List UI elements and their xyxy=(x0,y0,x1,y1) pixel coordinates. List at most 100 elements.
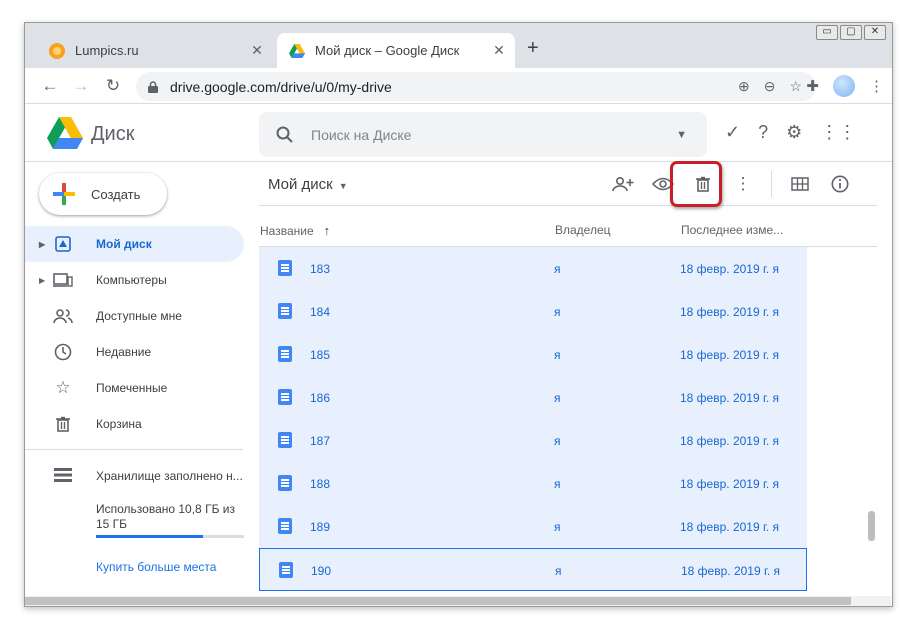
horizontal-scrollbar-thumb[interactable] xyxy=(25,597,851,605)
share-icon[interactable] xyxy=(603,171,643,197)
horizontal-scrollbar[interactable] xyxy=(25,596,891,606)
table-row[interactable]: 188 я 18 февр. 2019 г. я xyxy=(259,462,807,505)
file-name: 189 xyxy=(310,520,331,534)
drive-favicon-icon xyxy=(289,43,305,58)
help-icon[interactable]: ? xyxy=(758,122,768,143)
file-name: 184 xyxy=(310,305,331,319)
reload-icon[interactable]: ↻ xyxy=(102,75,124,97)
info-icon[interactable] xyxy=(820,171,860,197)
search-options-icon[interactable]: ▼ xyxy=(676,129,687,141)
address-bar[interactable]: drive.google.com/drive/u/0/my-drive ⊕ ⊖ … xyxy=(136,72,816,101)
storage-used: Использовано 10,8 ГБ из 15 ГБ xyxy=(96,502,235,531)
vertical-scrollbar-thumb[interactable] xyxy=(868,511,875,541)
shared-icon xyxy=(53,306,73,326)
storage-icon xyxy=(53,467,73,488)
file-owner: я xyxy=(554,520,561,534)
my-drive-icon xyxy=(53,234,73,254)
storage-title: Хранилище заполнено н... xyxy=(96,469,243,483)
file-owner: я xyxy=(554,434,561,448)
file-owner: я xyxy=(554,391,561,405)
sidebar-item-starred[interactable]: ☆ Помеченные xyxy=(25,370,255,406)
plus-icon xyxy=(53,183,75,205)
menu-icon[interactable]: ⋮ xyxy=(869,77,884,95)
buy-storage-link[interactable]: Купить больше места xyxy=(96,560,216,574)
column-modified[interactable]: Последнее изме... xyxy=(681,223,783,237)
table-row[interactable]: 184 я 18 февр. 2019 г. я xyxy=(259,290,807,333)
close-tab-icon[interactable]: ✕ xyxy=(491,42,507,59)
profile-avatar[interactable] xyxy=(833,75,855,97)
extensions-icon[interactable]: ✚ xyxy=(806,77,819,95)
sidebar: ▶ Мой диск ▶ Компьютеры Доступные мне Не… xyxy=(25,226,255,442)
maximize-button[interactable]: ▢ xyxy=(840,25,862,40)
table-row[interactable]: 186 я 18 февр. 2019 г. я xyxy=(259,376,807,419)
table-row[interactable]: 190 я 18 февр. 2019 г. я xyxy=(259,548,807,591)
sidebar-item-label: Недавние xyxy=(96,345,152,359)
close-tab-icon[interactable]: ✕ xyxy=(249,42,265,59)
file-owner: я xyxy=(555,564,562,578)
star-icon[interactable]: ☆ xyxy=(789,78,802,95)
create-button[interactable]: Создать xyxy=(39,173,167,215)
browser-toolbar: ← → ↻ drive.google.com/drive/u/0/my-driv… xyxy=(25,68,892,104)
new-tab-button[interactable]: + xyxy=(527,37,539,60)
doc-file-icon xyxy=(278,389,292,405)
offline-check-icon[interactable]: ✓ xyxy=(725,122,740,143)
sidebar-item-label: Компьютеры xyxy=(96,273,167,287)
drive-header: Диск Поиск на Диске ▼ ✓ ? ⚙ ⋮⋮ xyxy=(25,105,892,162)
browser-window: ▭ ▢ ✕ Lumpics.ru ✕ Мой диск – Google Дис… xyxy=(24,22,893,607)
url-text: drive.google.com/drive/u/0/my-drive xyxy=(170,78,392,95)
expand-arrow-icon[interactable]: ▶ xyxy=(39,240,45,249)
add-icon[interactable]: ⊕ xyxy=(738,78,750,95)
zoom-icon[interactable]: ⊖ xyxy=(764,78,776,95)
search-input[interactable]: Поиск на Диске xyxy=(311,127,676,143)
doc-file-icon xyxy=(278,303,292,319)
file-owner: я xyxy=(554,305,561,319)
table-row[interactable]: 189 я 18 февр. 2019 г. я xyxy=(259,505,807,548)
forward-icon[interactable]: → xyxy=(70,75,92,97)
file-modified: 18 февр. 2019 г. я xyxy=(680,348,780,362)
doc-file-icon xyxy=(278,475,292,491)
trash-icon xyxy=(53,414,73,434)
file-modified: 18 февр. 2019 г. я xyxy=(680,434,780,448)
file-owner: я xyxy=(554,477,561,491)
file-modified: 18 февр. 2019 г. я xyxy=(680,520,780,534)
doc-file-icon xyxy=(278,518,292,534)
tab-google-drive[interactable]: Мой диск – Google Диск ✕ xyxy=(277,33,515,68)
minimize-button[interactable]: ▭ xyxy=(816,25,838,40)
computers-icon xyxy=(53,270,73,290)
main-header: Мой диск ▼ ⋮ xyxy=(259,163,877,206)
file-name: 185 xyxy=(310,348,331,362)
table-row[interactable]: 183 я 18 февр. 2019 г. я xyxy=(259,247,807,290)
apps-grid-icon[interactable]: ⋮⋮ xyxy=(820,122,856,143)
sidebar-item-recent[interactable]: Недавние xyxy=(25,334,255,370)
grid-view-icon[interactable] xyxy=(780,171,820,197)
sidebar-item-label: Корзина xyxy=(96,417,142,431)
file-name: 187 xyxy=(310,434,331,448)
create-label: Создать xyxy=(91,186,141,202)
table-row[interactable]: 187 я 18 февр. 2019 г. я xyxy=(259,419,807,462)
column-owner[interactable]: Владелец xyxy=(555,223,611,237)
sidebar-item-shared[interactable]: Доступные мне xyxy=(25,298,255,334)
expand-arrow-icon[interactable]: ▶ xyxy=(39,276,45,285)
file-name: 186 xyxy=(310,391,331,405)
sidebar-item-computers[interactable]: ▶ Компьютеры xyxy=(25,262,255,298)
recent-icon xyxy=(53,342,73,362)
table-row[interactable]: 185 я 18 февр. 2019 г. я xyxy=(259,333,807,376)
close-window-button[interactable]: ✕ xyxy=(864,25,886,40)
more-options-icon[interactable]: ⋮ xyxy=(723,171,763,197)
lumpics-favicon-icon xyxy=(49,42,65,59)
file-name: 183 xyxy=(310,262,331,276)
search-box[interactable]: Поиск на Диске ▼ xyxy=(259,112,707,157)
settings-icon[interactable]: ⚙ xyxy=(786,122,802,143)
storage-bar-fill xyxy=(96,535,203,538)
sidebar-item-trash[interactable]: Корзина xyxy=(25,406,255,442)
column-name[interactable]: Название ↑ xyxy=(260,223,330,238)
lock-icon xyxy=(148,80,158,93)
breadcrumb[interactable]: Мой диск ▼ xyxy=(268,176,348,193)
app-name: Диск xyxy=(91,123,135,145)
tab-lumpics[interactable]: Lumpics.ru ✕ xyxy=(37,33,273,68)
sort-arrow-up-icon[interactable]: ↑ xyxy=(324,223,331,238)
window-controls: ▭ ▢ ✕ xyxy=(816,25,886,40)
sidebar-item-label: Доступные мне xyxy=(96,309,182,323)
back-icon[interactable]: ← xyxy=(39,75,61,97)
sidebar-item-my-drive[interactable]: ▶ Мой диск xyxy=(25,226,244,262)
